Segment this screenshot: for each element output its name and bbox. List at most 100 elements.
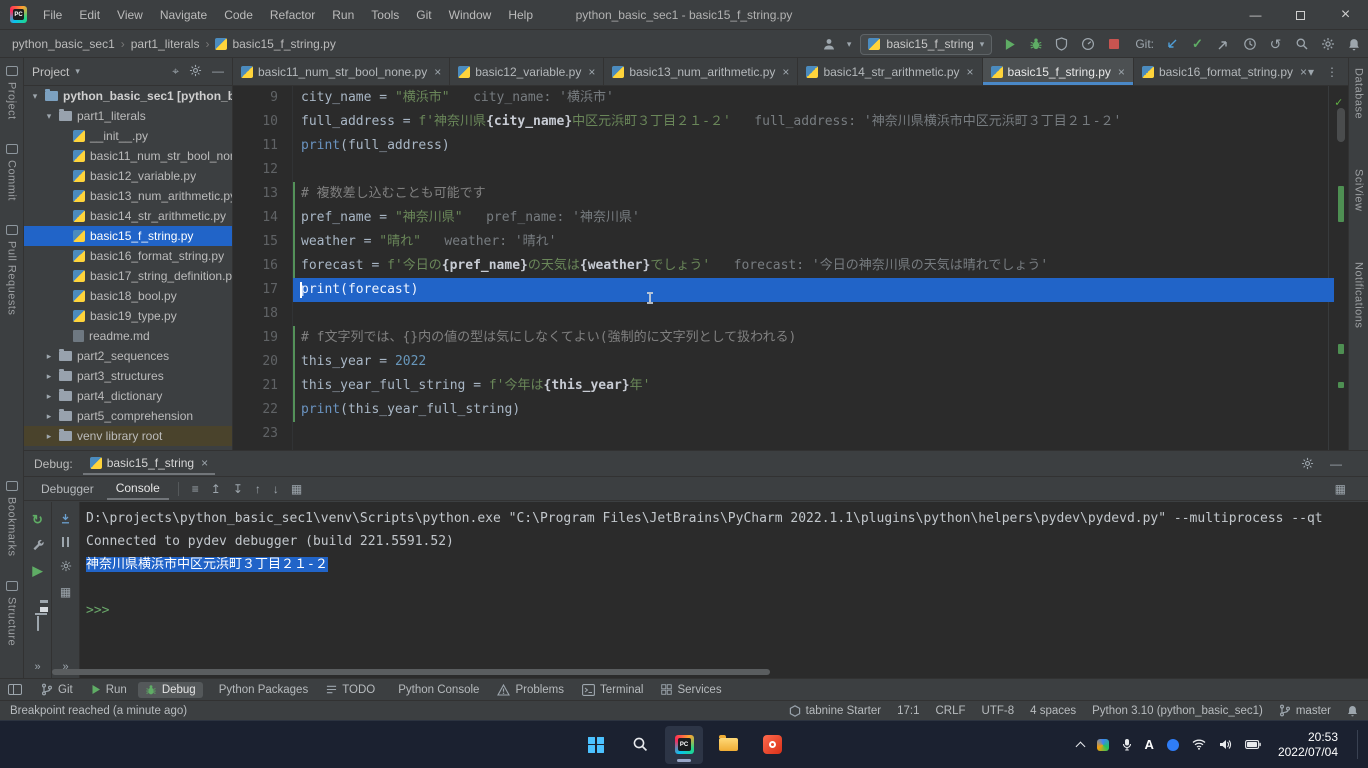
- status-utf-8[interactable]: UTF-8: [982, 705, 1015, 717]
- tool-window-switcher-icon[interactable]: [8, 684, 22, 695]
- toolbar-debug[interactable]: Debug: [138, 682, 203, 698]
- debug-settings-gear-icon[interactable]: [1301, 457, 1314, 470]
- tree-item-part4-dictionary[interactable]: ▸part4_dictionary: [24, 386, 232, 406]
- modify-run-config-wrench-icon[interactable]: [32, 539, 44, 551]
- code-line-22[interactable]: print(this_year_full_string): [293, 398, 1334, 422]
- history-icon[interactable]: [1241, 36, 1258, 53]
- console-options-icon[interactable]: ≡: [188, 482, 203, 496]
- code-editor[interactable]: 91011121314151617181920212223 city_name …: [233, 86, 1348, 450]
- git-update-icon[interactable]: [1163, 36, 1180, 53]
- code-line-11[interactable]: print(full_address): [293, 134, 1334, 158]
- editor-tab-basic12-variable-py[interactable]: basic12_variable.py×: [450, 58, 604, 85]
- restore-layout-icon[interactable]: ▦: [56, 585, 75, 599]
- tree-item-basic18-bool-py[interactable]: basic18_bool.py: [24, 286, 232, 306]
- tree-item-part2-sequences[interactable]: ▸part2_sequences: [24, 346, 232, 366]
- toolbar-problems[interactable]: Problems: [490, 682, 571, 698]
- taskbar-red-app-icon[interactable]: [753, 726, 791, 764]
- debug-button[interactable]: [1027, 36, 1044, 53]
- editor-tab-basic13-num-arithmetic-py[interactable]: basic13_num_arithmetic.py×: [604, 58, 798, 85]
- menu-file[interactable]: File: [35, 4, 70, 26]
- tree-item-part5-comprehension[interactable]: ▸part5_comprehension: [24, 406, 232, 426]
- debug-session-tab[interactable]: basic15_f_string ×: [83, 453, 215, 475]
- minimize-button[interactable]: —: [1233, 0, 1278, 30]
- toolbar-run[interactable]: Run: [84, 682, 134, 698]
- editor-tab-basic14-str-arithmetic-py[interactable]: basic14_str_arithmetic.py×: [798, 58, 982, 85]
- editor-tab-basic15-f-string-py[interactable]: basic15_f_string.py×: [983, 58, 1134, 85]
- stripe-bookmarks[interactable]: Bookmarks: [6, 481, 18, 557]
- tree-item-readme-md[interactable]: readme.md: [24, 326, 232, 346]
- start-button[interactable]: [577, 726, 615, 764]
- tray-app-icon[interactable]: [1097, 739, 1109, 751]
- hidden-icons-chevron[interactable]: [1075, 741, 1085, 751]
- tree-item-basic15-f-string-py[interactable]: basic15_f_string.py: [24, 226, 232, 246]
- menu-run[interactable]: Run: [324, 4, 362, 26]
- menu-help[interactable]: Help: [500, 4, 541, 26]
- menu-code[interactable]: Code: [216, 4, 261, 26]
- clear-trash-icon[interactable]: [37, 616, 39, 630]
- rerun-icon[interactable]: ↻: [32, 513, 43, 526]
- menu-view[interactable]: View: [109, 4, 151, 26]
- tree-item-python-basic-sec1-python-basic[interactable]: ▾python_basic_sec1 [python_basic]D:: [24, 86, 232, 106]
- console-line[interactable]: Connected to pydev debugger (build 221.5…: [86, 530, 1368, 553]
- tree-item-basic13-num-arithmetic-py[interactable]: basic13_num_arithmetic.py: [24, 186, 232, 206]
- toolbar-todo[interactable]: TODO: [319, 682, 382, 698]
- code-line-18[interactable]: [293, 302, 1334, 326]
- editor-scroll-stripe[interactable]: ✓: [1334, 86, 1348, 450]
- open-in-table-icon[interactable]: ▦: [287, 482, 306, 496]
- code-line-14[interactable]: pref_name = "神奈川県" pref_name: '神奈川県': [293, 206, 1334, 230]
- scrollbar-thumb[interactable]: [1337, 108, 1345, 142]
- status-17-1[interactable]: 17:1: [897, 705, 919, 717]
- rollback-icon[interactable]: ↺: [1267, 36, 1284, 53]
- code-line-12[interactable]: [293, 158, 1334, 182]
- status-bell-icon[interactable]: [1347, 705, 1358, 717]
- close-tab-icon[interactable]: ×: [782, 65, 789, 79]
- close-tab-icon[interactable]: ×: [1118, 65, 1125, 79]
- resume-icon[interactable]: ▶: [33, 564, 43, 577]
- tree-item-basic17-string-definition-py[interactable]: basic17_string_definition.py: [24, 266, 232, 286]
- tray-blue-dot-icon[interactable]: [1167, 739, 1179, 751]
- editor-tab-basic11-num-str-bool-none-py[interactable]: basic11_num_str_bool_none.py×: [233, 58, 450, 85]
- stripe-pull-requests[interactable]: Pull Requests: [6, 225, 18, 315]
- stripe-project[interactable]: Project: [6, 66, 18, 120]
- horizontal-scrollbar[interactable]: [52, 669, 770, 675]
- move-up-icon[interactable]: ↑: [251, 482, 265, 496]
- tab-debugger[interactable]: Debugger: [32, 479, 103, 499]
- close-tab-icon[interactable]: ×: [434, 65, 441, 79]
- menu-navigate[interactable]: Navigate: [152, 4, 215, 26]
- tree-item-init-py[interactable]: __init__.py: [24, 126, 232, 146]
- notifications-bell-icon[interactable]: [1345, 36, 1362, 53]
- project-settings-gear-icon[interactable]: [189, 64, 202, 79]
- run-button[interactable]: [1001, 36, 1018, 53]
- editor-tab-basic16-format-string-py[interactable]: basic16_format_string.py×: [1134, 58, 1308, 85]
- stripe-commit[interactable]: Commit: [6, 144, 18, 201]
- settings-gear-icon[interactable]: [1319, 36, 1336, 53]
- move-down-icon[interactable]: ↓: [269, 482, 283, 496]
- volume-icon[interactable]: [1219, 739, 1232, 750]
- locate-file-icon[interactable]: ⌖: [172, 64, 179, 79]
- editor-options-icon[interactable]: ⋮: [1326, 65, 1338, 79]
- pycharm-logo-icon[interactable]: PC: [10, 6, 27, 23]
- code-line-23[interactable]: [293, 422, 1334, 446]
- close-tab-icon[interactable]: ×: [201, 456, 208, 470]
- menu-edit[interactable]: Edit: [71, 4, 108, 26]
- menu-window[interactable]: Window: [441, 4, 500, 26]
- console-line[interactable]: [86, 576, 1368, 599]
- status-master[interactable]: master: [1279, 704, 1331, 717]
- tab-console[interactable]: Console: [107, 478, 169, 500]
- menu-git[interactable]: Git: [408, 4, 439, 26]
- taskbar-explorer-icon[interactable]: [709, 726, 747, 764]
- hidden-tabs-icon[interactable]: ▾: [1308, 65, 1314, 79]
- run-configuration-select[interactable]: basic15_f_string ▾: [860, 34, 992, 55]
- breadcrumb-item[interactable]: basic15_f_string.py: [215, 37, 335, 51]
- toolbar-terminal[interactable]: Terminal: [575, 682, 650, 698]
- tree-item-part3-structures[interactable]: ▸part3_structures: [24, 366, 232, 386]
- profile-icon[interactable]: [821, 36, 838, 53]
- code-line-13[interactable]: # 複数差し込むことも可能です: [293, 182, 1334, 206]
- close-tab-icon[interactable]: ×: [1300, 65, 1307, 79]
- stripe-database[interactable]: Database: [1353, 68, 1365, 119]
- taskbar-pycharm-icon[interactable]: PC: [665, 726, 703, 764]
- tree-item-venv-library-root[interactable]: ▸venv library root: [24, 426, 232, 446]
- code-line-9[interactable]: city_name = "横浜市" city_name: '横浜市': [293, 86, 1334, 110]
- project-panel-title[interactable]: Project: [32, 65, 69, 79]
- hide-panel-icon[interactable]: —: [1330, 457, 1342, 471]
